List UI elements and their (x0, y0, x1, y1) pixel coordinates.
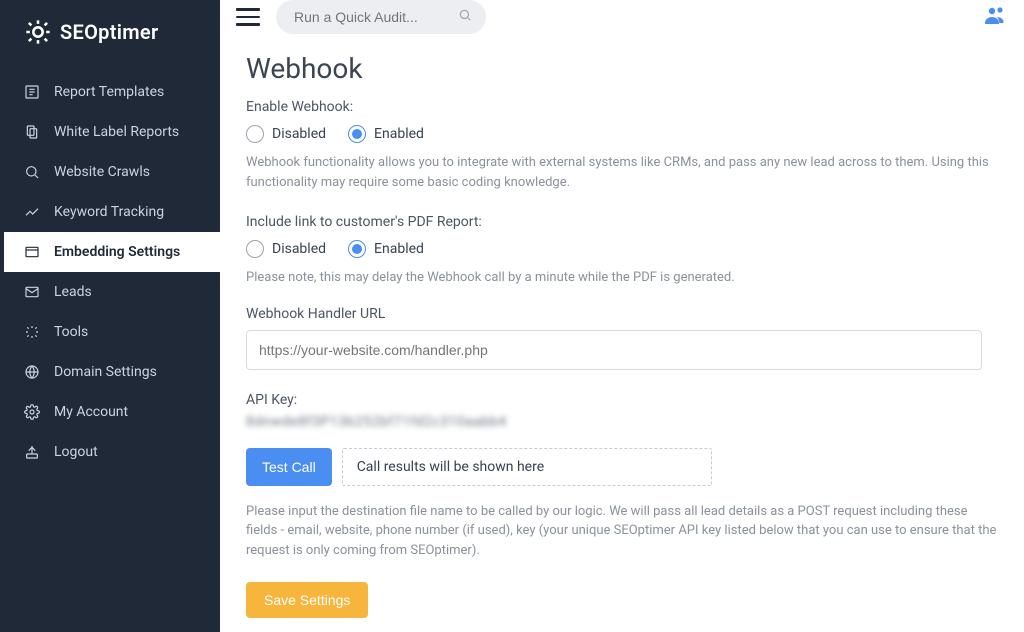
test-results-box: Call results will be shown here (342, 448, 712, 486)
brand-name: SEOptimer (60, 20, 158, 44)
embed-icon (24, 244, 40, 260)
footer-help: Please input the destination file name t… (246, 502, 998, 561)
sidebar-nav: Report Templates White Label Reports Web… (0, 64, 220, 472)
api-key-value: 8dnwde8f3P13b252bf71fd2c310aabb4 (246, 414, 998, 430)
leads-icon (24, 284, 40, 300)
sidebar-item-domain-settings[interactable]: Domain Settings (0, 352, 220, 392)
include-pdf-label: Include link to customer's PDF Report: (246, 214, 998, 230)
include-pdf-help: Please note, this may delay the Webhook … (246, 268, 998, 288)
users-icon[interactable] (984, 5, 1008, 29)
sidebar-item-label: Leads (54, 284, 92, 300)
content: Webhook Enable Webhook: Disabled Enabled… (220, 34, 1024, 632)
search-input[interactable] (276, 0, 486, 34)
enable-webhook-help: Webhook functionality allows you to inte… (246, 153, 998, 192)
include-pdf-disabled-option[interactable]: Disabled (246, 240, 326, 258)
sidebar-item-embedding-settings[interactable]: Embedding Settings (0, 232, 220, 272)
tools-icon (24, 324, 40, 340)
sidebar-item-leads[interactable]: Leads (0, 272, 220, 312)
sidebar: SEOptimer Report Templates White Label R… (0, 0, 220, 632)
api-key-label: API Key: (246, 392, 998, 408)
sidebar-item-label: Domain Settings (54, 364, 157, 380)
search-wrap (276, 0, 486, 34)
brand-logo[interactable]: SEOptimer (0, 0, 220, 64)
sidebar-item-label: Keyword Tracking (54, 204, 164, 220)
globe-icon (24, 364, 40, 380)
radio-icon (246, 125, 264, 143)
test-call-button[interactable]: Test Call (246, 448, 332, 486)
include-pdf-radio-group: Disabled Enabled (246, 240, 998, 258)
crawl-icon (24, 164, 40, 180)
webhook-url-input[interactable] (246, 330, 982, 370)
test-call-row: Test Call Call results will be shown her… (246, 448, 998, 486)
include-pdf-enabled-option[interactable]: Enabled (348, 240, 424, 258)
menu-toggle-button[interactable] (236, 5, 260, 29)
radio-label: Disabled (272, 126, 326, 142)
enable-webhook-enabled-option[interactable]: Enabled (348, 125, 424, 143)
keyword-icon (24, 204, 40, 220)
webhook-url-label: Webhook Handler URL (246, 306, 998, 322)
radio-label: Enabled (374, 241, 424, 257)
radio-icon (348, 125, 366, 143)
radio-icon (348, 240, 366, 258)
save-settings-button[interactable]: Save Settings (246, 582, 368, 618)
sidebar-item-label: Report Templates (54, 84, 164, 100)
logo-icon (24, 18, 52, 46)
sidebar-item-white-label-reports[interactable]: White Label Reports (0, 112, 220, 152)
radio-label: Disabled (272, 241, 326, 257)
template-icon (24, 84, 40, 100)
sidebar-item-tools[interactable]: Tools (0, 312, 220, 352)
topbar (220, 0, 1024, 34)
account-icon (24, 404, 40, 420)
sidebar-item-label: Website Crawls (54, 164, 150, 180)
sidebar-item-my-account[interactable]: My Account (0, 392, 220, 432)
sidebar-item-keyword-tracking[interactable]: Keyword Tracking (0, 192, 220, 232)
whitelabel-icon (24, 124, 40, 140)
sidebar-item-website-crawls[interactable]: Website Crawls (0, 152, 220, 192)
radio-label: Enabled (374, 126, 424, 142)
page-title: Webhook (246, 52, 998, 85)
sidebar-item-logout[interactable]: Logout (0, 432, 220, 472)
main-area: Webhook Enable Webhook: Disabled Enabled… (220, 0, 1024, 632)
sidebar-item-label: Embedding Settings (54, 244, 180, 260)
sidebar-item-report-templates[interactable]: Report Templates (0, 72, 220, 112)
logout-icon (24, 444, 40, 460)
search-icon (458, 8, 472, 26)
sidebar-item-label: White Label Reports (54, 124, 179, 140)
sidebar-item-label: My Account (54, 404, 128, 420)
sidebar-item-label: Tools (54, 324, 88, 340)
enable-webhook-radio-group: Disabled Enabled (246, 125, 998, 143)
sidebar-item-label: Logout (54, 444, 98, 460)
enable-webhook-label: Enable Webhook: (246, 99, 998, 115)
radio-icon (246, 240, 264, 258)
enable-webhook-disabled-option[interactable]: Disabled (246, 125, 326, 143)
